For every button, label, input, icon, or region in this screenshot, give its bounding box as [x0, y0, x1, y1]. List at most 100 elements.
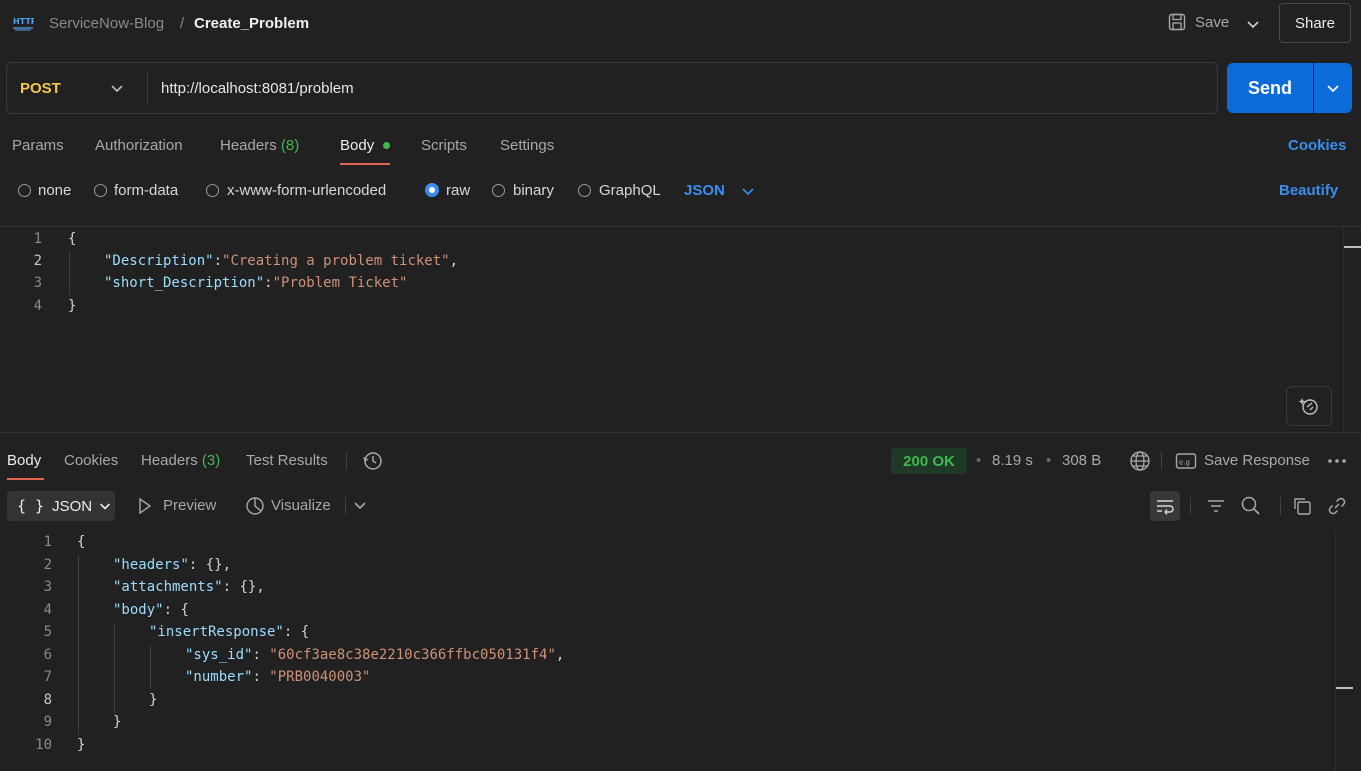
link-icon[interactable]	[1326, 495, 1348, 517]
visualize-chevron-icon[interactable]	[352, 497, 368, 513]
response-tab-headers[interactable]: Headers (3)	[141, 452, 220, 469]
tab-headers[interactable]: Headers (8)	[220, 137, 299, 154]
response-tab-headers-label: Headers	[141, 452, 198, 469]
scrollbar-position-marker	[1336, 687, 1353, 689]
code-line: "sys_id": "60cf3ae8c38e2210c366ffbc05013…	[185, 647, 565, 663]
line-number: 1	[43, 534, 52, 550]
radio-form-data-label[interactable]: form-data	[114, 182, 178, 199]
response-active-underline	[7, 478, 44, 480]
tab-headers-label: Headers	[220, 137, 277, 154]
editor-scrollbar-track[interactable]	[1343, 227, 1344, 432]
response-tab-cookies[interactable]: Cookies	[64, 452, 118, 469]
code-line: "number": "PRB0040003"	[185, 669, 371, 685]
line-number: 3	[43, 579, 52, 595]
top-bar: HTTP ServiceNow-Blog / Create_Problem Sa…	[0, 0, 1361, 48]
more-options-icon[interactable]	[1327, 452, 1347, 470]
radio-binary[interactable]	[492, 184, 505, 197]
body-modified-dot	[383, 142, 390, 149]
wrap-lines-icon	[1157, 500, 1174, 515]
request-title[interactable]: Create_Problem	[194, 15, 309, 32]
cookies-link[interactable]: Cookies	[1288, 137, 1346, 154]
line-number: 7	[43, 669, 52, 685]
radio-raw[interactable]	[425, 183, 439, 197]
tab-scripts[interactable]: Scripts	[421, 137, 467, 154]
active-tab-underline	[340, 163, 390, 165]
preview-button[interactable]: Preview	[163, 497, 216, 514]
tab-settings[interactable]: Settings	[500, 137, 554, 154]
format-chevron-icon	[100, 503, 111, 510]
beautify-button[interactable]: Beautify	[1279, 182, 1338, 199]
copy-icon[interactable]	[1291, 495, 1313, 517]
response-time[interactable]: 8.19 s	[992, 452, 1033, 469]
code-line: "body": {	[113, 602, 189, 618]
save-button[interactable]: Save	[1195, 14, 1229, 31]
save-options-chevron-icon[interactable]	[1244, 15, 1262, 33]
tab-params[interactable]: Params	[12, 137, 64, 154]
request-body-editor[interactable]: 1 2 3 4 { "Description":"Creating a prob…	[0, 227, 1361, 432]
breadcrumb-workspace[interactable]: ServiceNow-Blog	[49, 15, 164, 32]
url-input[interactable]: http://localhost:8081/problem	[161, 80, 354, 97]
send-options-chevron-icon[interactable]	[1314, 63, 1352, 113]
method-select[interactable]: POST	[20, 80, 61, 97]
response-tab-test-results[interactable]: Test Results	[246, 452, 328, 469]
save-response-button[interactable]: Save Response	[1204, 452, 1310, 469]
code-token: }	[77, 737, 86, 753]
radio-none[interactable]	[18, 184, 31, 197]
meta-separator: •	[1046, 452, 1052, 469]
scrollbar-position-marker	[1344, 246, 1361, 248]
line-number: 6	[43, 647, 52, 663]
ai-assist-button[interactable]	[1286, 386, 1332, 426]
send-button[interactable]: Send	[1227, 63, 1313, 113]
history-icon[interactable]	[362, 450, 384, 472]
request-url-bar: POST http://localhost:8081/problem	[6, 62, 1218, 114]
share-button[interactable]: Share	[1279, 3, 1351, 43]
save-response-icon[interactable]: e.g	[1175, 451, 1197, 471]
visualize-button[interactable]: Visualize	[271, 497, 331, 514]
radio-urlencoded-label[interactable]: x-www-form-urlencoded	[227, 182, 386, 199]
method-chevron-icon[interactable]	[108, 79, 126, 97]
wrap-lines-button[interactable]	[1150, 491, 1180, 521]
indent-guide	[150, 645, 151, 689]
pane-divider[interactable]	[0, 432, 1361, 433]
meta-divider	[1161, 452, 1162, 470]
tab-authorization[interactable]: Authorization	[95, 137, 183, 154]
code-line: "headers": {},	[113, 557, 232, 573]
filter-icon[interactable]	[1206, 497, 1226, 515]
line-number: 2	[33, 253, 42, 269]
breadcrumb-separator: /	[180, 15, 185, 32]
code-token: }	[113, 714, 122, 730]
search-icon[interactable]	[1240, 495, 1262, 517]
svg-text:HTTP: HTTP	[13, 17, 34, 26]
svg-text:e.g: e.g	[1179, 459, 1190, 467]
braces-icon: { }	[17, 497, 45, 515]
indent-guide	[78, 555, 79, 735]
indent-guide	[69, 251, 70, 295]
save-icon[interactable]	[1167, 12, 1187, 32]
radio-graphql-label[interactable]: GraphQL	[599, 182, 661, 199]
body-format-select[interactable]: JSON	[684, 182, 725, 199]
radio-graphql[interactable]	[578, 184, 591, 197]
radio-urlencoded[interactable]	[206, 184, 219, 197]
status-badge[interactable]: 200 OK	[891, 448, 967, 474]
format-chevron-icon[interactable]	[739, 182, 757, 200]
tab-divider	[346, 452, 347, 470]
code-line: "attachments": {},	[113, 579, 265, 595]
line-number: 9	[43, 714, 52, 730]
line-number: 10	[35, 737, 52, 753]
response-scrollbar-track[interactable]	[1335, 531, 1336, 771]
tab-body[interactable]: Body	[340, 137, 374, 154]
radio-none-label[interactable]: none	[38, 182, 71, 199]
visualize-icon[interactable]	[244, 495, 266, 517]
radio-raw-label[interactable]: raw	[446, 182, 470, 199]
globe-icon[interactable]	[1129, 450, 1151, 472]
response-body-viewer[interactable]: 1 2 3 4 5 6 7 8 9 10 { "headers": {}, "a…	[0, 531, 1361, 771]
radio-form-data[interactable]	[94, 184, 107, 197]
response-format-select[interactable]: { } JSON	[7, 491, 115, 521]
response-size[interactable]: 308 B	[1062, 452, 1101, 469]
url-divider	[147, 71, 148, 105]
code-line: "short_Description":"Problem Ticket"	[104, 275, 408, 291]
line-number: 1	[33, 231, 42, 247]
response-tab-body[interactable]: Body	[7, 452, 41, 469]
radio-binary-label[interactable]: binary	[513, 182, 554, 199]
preview-play-icon[interactable]	[137, 497, 153, 515]
